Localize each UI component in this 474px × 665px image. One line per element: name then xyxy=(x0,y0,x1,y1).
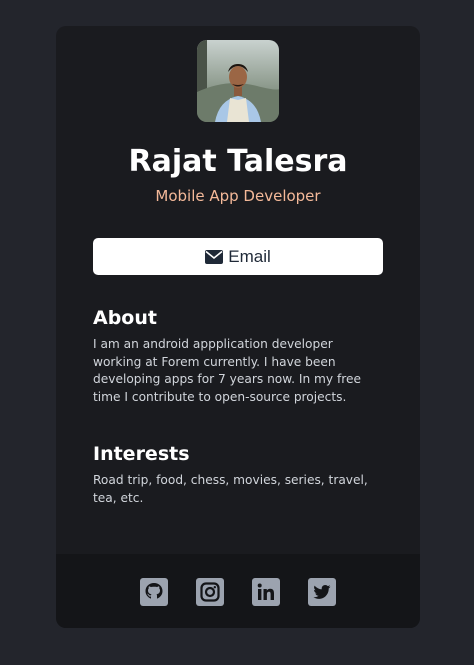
email-button[interactable]: Email xyxy=(93,238,383,275)
profile-name: Rajat Talesra xyxy=(128,144,348,179)
social-footer xyxy=(56,554,420,628)
email-button-label: Email xyxy=(228,246,271,266)
about-text: I am an android appplication developer w… xyxy=(93,337,362,404)
twitter-icon[interactable] xyxy=(308,578,336,606)
avatar xyxy=(197,40,279,122)
envelope-icon xyxy=(205,249,224,264)
instagram-icon[interactable] xyxy=(196,578,224,606)
github-icon[interactable] xyxy=(140,578,168,606)
interests-title: Interests xyxy=(93,443,190,465)
profile-card: Rajat Talesra Mobile App Developer Email… xyxy=(56,26,420,628)
interests-text: Road trip, food, chess, movies, series, … xyxy=(93,473,368,505)
linkedin-icon[interactable] xyxy=(252,578,280,606)
profile-role: Mobile App Developer xyxy=(155,187,321,205)
about-title: About xyxy=(93,307,157,329)
